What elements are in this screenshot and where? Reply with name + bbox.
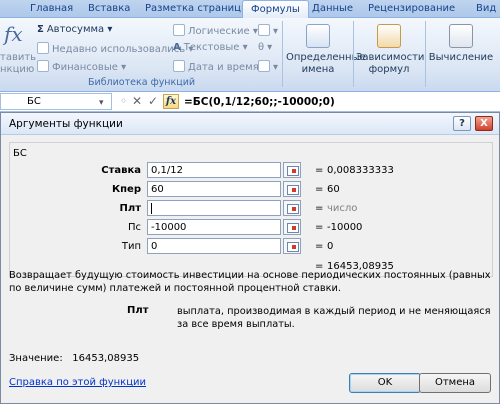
- arg-label-nper: Кпер: [111, 184, 141, 195]
- text-button[interactable]: A Текстовые ▾: [173, 42, 248, 53]
- insert-function-button[interactable]: fx тавить нкцию: [0, 20, 36, 75]
- arg-result-type: 0: [327, 241, 334, 252]
- calculation-button[interactable]: Вычисление: [428, 20, 494, 86]
- ribbon-separator: [282, 21, 283, 87]
- formula-bar: БС ▾ ◦ ✕ ✓ fx =БС(0,1/12;60;;-10000;0): [0, 92, 500, 112]
- insert-function-fx-icon[interactable]: fx: [163, 94, 179, 109]
- collapse-dialog-icon[interactable]: [283, 181, 301, 197]
- insert-function-label-2: нкцию: [0, 64, 35, 75]
- value-label: Значение:: [9, 353, 63, 364]
- collapse-dialog-icon[interactable]: [283, 219, 301, 235]
- calendar-icon: [173, 60, 185, 72]
- chevron-down-icon: ▾: [273, 62, 279, 73]
- arg-result-pv: -10000: [327, 222, 363, 233]
- enter-icon[interactable]: ✓: [148, 94, 158, 108]
- expand-handle-icon: ◦: [120, 94, 128, 108]
- cancel-button[interactable]: Отмена: [419, 373, 491, 393]
- arg-result-nper: 60: [327, 184, 340, 195]
- math-button[interactable]: θ ▾: [258, 42, 272, 53]
- ribbon-tab-bar: Главная Вставка Разметка страницы Формул…: [0, 0, 500, 19]
- name-box-dropdown-icon[interactable]: ▾: [99, 96, 104, 110]
- arg-input-nper[interactable]: 60: [147, 181, 281, 197]
- param-description: выплата, производимая в каждый период и …: [177, 306, 491, 330]
- arg-label-type: Тип: [121, 241, 141, 252]
- arg-result-pmt: число: [327, 203, 358, 214]
- ribbon: fx тавить нкцию Σ Автосумма ▾ Недавно исп…: [0, 18, 500, 92]
- tab-insert[interactable]: Вставка: [88, 3, 130, 14]
- financial-button[interactable]: Финансовые ▾: [37, 60, 126, 73]
- dialog-title-bar: Аргументы функции ? X: [1, 113, 499, 135]
- close-icon[interactable]: X: [475, 116, 493, 131]
- fx-icon: fx: [4, 22, 23, 46]
- tab-review[interactable]: Рецензирование: [368, 3, 455, 14]
- tab-home[interactable]: Главная: [30, 3, 73, 14]
- ok-button[interactable]: OK: [349, 373, 421, 393]
- lookup-button[interactable]: ▾: [258, 24, 278, 37]
- sigma-icon: Σ: [37, 24, 44, 35]
- function-library-group-label: Библиотека функций: [88, 77, 196, 88]
- ribbon-separator: [353, 21, 354, 87]
- tab-view[interactable]: Вид: [476, 3, 496, 14]
- chevron-down-icon: ▾: [267, 42, 273, 53]
- value-row: Значение: 16453,08935: [9, 353, 139, 364]
- autosum-button[interactable]: Σ Автосумма ▾: [37, 24, 112, 35]
- chevron-down-icon: ▾: [242, 42, 248, 53]
- arg-label-rate: Ставка: [101, 165, 141, 176]
- chevron-down-icon: ▾: [121, 62, 127, 73]
- recently-used-button[interactable]: Недавно использовались ▾: [37, 42, 193, 55]
- arg-input-rate[interactable]: 0,1/12: [147, 162, 281, 178]
- tab-data[interactable]: Данные: [312, 3, 353, 14]
- collapse-dialog-icon[interactable]: [283, 200, 301, 216]
- help-link[interactable]: Справка по этой функции: [9, 377, 146, 388]
- function-arguments-dialog: Аргументы функции ? X БС Ставка 0,1/12 =…: [0, 112, 500, 404]
- star-icon: [37, 42, 49, 54]
- calculator-icon: [449, 24, 473, 48]
- dependencies-icon: [377, 24, 401, 48]
- formula-dependencies-button[interactable]: Зависимости формул: [356, 20, 424, 86]
- lookup-icon: [258, 24, 270, 36]
- text-a-icon: A: [173, 42, 181, 53]
- ribbon-separator: [425, 21, 426, 87]
- logical-icon: [173, 24, 185, 36]
- defined-names-button[interactable]: Определенные имена: [286, 20, 366, 86]
- arg-result-rate: 0,008333333: [327, 165, 394, 176]
- arg-input-pv[interactable]: -10000: [147, 219, 281, 235]
- cancel-icon[interactable]: ✕: [132, 94, 142, 108]
- collapse-dialog-icon[interactable]: [283, 238, 301, 254]
- arg-input-pmt[interactable]: [147, 200, 281, 216]
- arg-label-pv: Пс: [127, 222, 141, 233]
- defined-names-icon: [306, 24, 330, 48]
- more-functions-button[interactable]: ▾: [258, 60, 278, 73]
- function-name: БС: [13, 148, 27, 159]
- datetime-button[interactable]: Дата и время ▾: [173, 60, 267, 73]
- help-icon[interactable]: ?: [453, 116, 471, 131]
- chevron-down-icon: ▾: [273, 26, 279, 37]
- formula-text[interactable]: =БС(0,1/12;60;;-10000;0): [184, 96, 335, 108]
- collapse-dialog-icon[interactable]: [283, 162, 301, 178]
- dialog-title: Аргументы функции: [9, 118, 123, 130]
- theta-icon: θ: [258, 42, 265, 53]
- arg-label-pmt: Плт: [119, 203, 142, 214]
- function-description: Возвращает будущую стоимость инвестиции …: [9, 270, 491, 294]
- tab-page-layout[interactable]: Разметка страницы: [145, 3, 249, 14]
- financial-icon: [37, 60, 49, 72]
- value-result: 16453,08935: [72, 353, 140, 364]
- chevron-down-icon: ▾: [107, 24, 113, 35]
- arg-input-type[interactable]: 0: [147, 238, 281, 254]
- more-functions-icon: [258, 60, 270, 72]
- param-name: Плт: [127, 305, 149, 316]
- tab-formulas[interactable]: Формулы: [242, 0, 309, 19]
- name-box[interactable]: БС: [0, 93, 112, 110]
- logical-button[interactable]: Логические ▾: [173, 24, 258, 37]
- insert-function-label-1: тавить: [0, 52, 37, 63]
